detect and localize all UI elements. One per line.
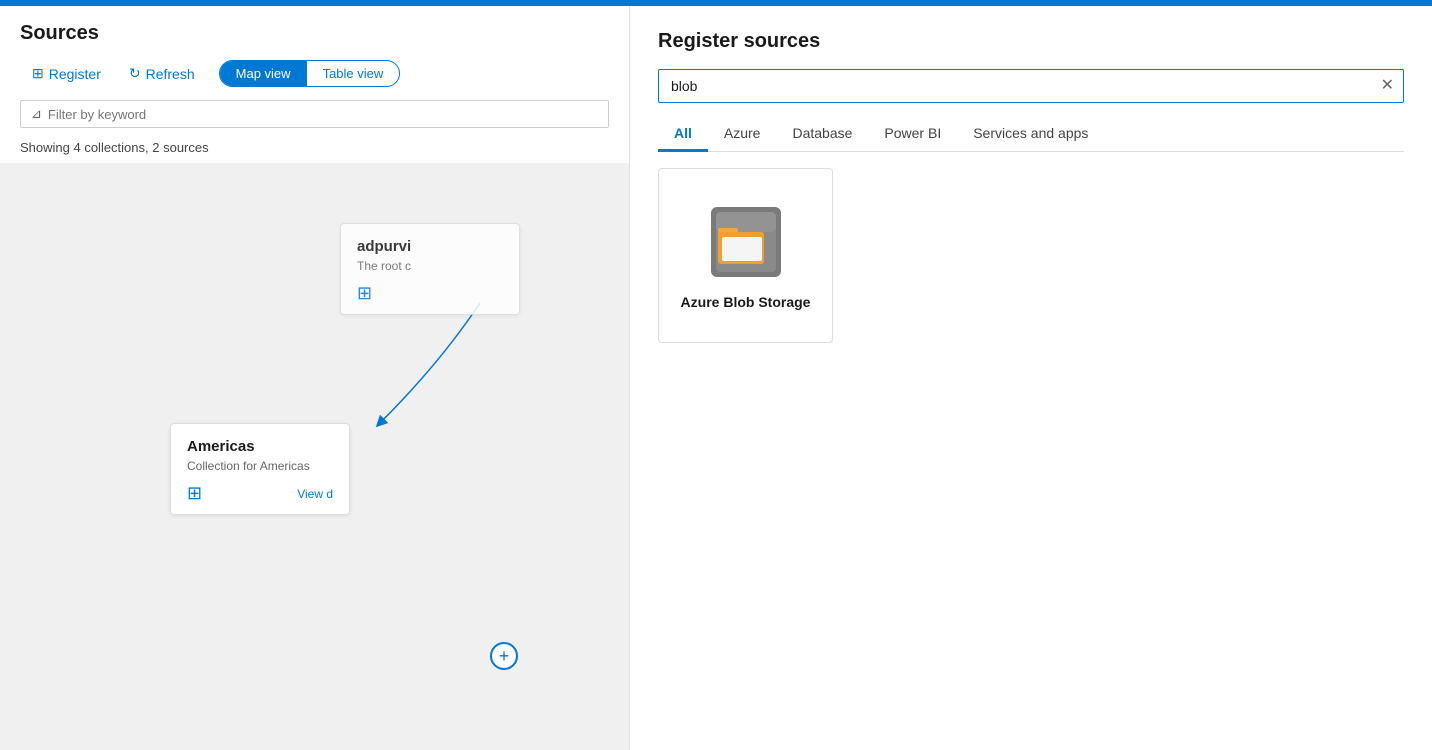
adpurvi-grid-icon: ⊞ xyxy=(357,283,372,304)
add-collection-button[interactable]: + xyxy=(490,642,518,670)
tab-all[interactable]: All xyxy=(658,117,708,152)
tab-database[interactable]: Database xyxy=(776,117,868,152)
node-adpurvi-title: adpurvi xyxy=(357,238,503,255)
tab-services[interactable]: Services and apps xyxy=(957,117,1104,152)
node-americas-icon-row: ⊞ View d xyxy=(187,483,333,504)
filter-input-wrap: ⊿ xyxy=(20,100,609,128)
node-adpurvi: adpurvi The root c ⊞ xyxy=(340,223,520,315)
node-americas-title: Americas xyxy=(187,438,333,455)
node-adpurvi-icon-row: ⊞ xyxy=(357,283,503,304)
view-toggle: Map view Table view xyxy=(219,60,401,87)
azure-blob-label: Azure Blob Storage xyxy=(681,294,811,310)
register-icon: ⊞ xyxy=(32,65,44,82)
page-title: Sources xyxy=(20,22,609,45)
refresh-button[interactable]: ↻ Refresh xyxy=(117,59,207,88)
right-panel: Register sources ✕ All Azure Database Po… xyxy=(630,6,1432,750)
search-input[interactable] xyxy=(658,69,1404,103)
collections-info: Showing 4 collections, 2 sources xyxy=(0,136,629,163)
tabs: All Azure Database Power BI Services and… xyxy=(658,117,1404,152)
source-cards: Azure Blob Storage xyxy=(658,168,1404,343)
filter-bar: ⊿ xyxy=(20,100,609,128)
refresh-icon: ↻ xyxy=(129,65,141,82)
register-button[interactable]: ⊞ Register xyxy=(20,59,113,88)
left-header: Sources ⊞ Register ↻ Refresh Map view Ta… xyxy=(0,6,629,100)
search-box-wrap: ✕ xyxy=(658,69,1404,103)
register-sources-title: Register sources xyxy=(658,30,1404,53)
view-details-link[interactable]: View d xyxy=(297,487,333,501)
tab-powerbi[interactable]: Power BI xyxy=(868,117,957,152)
source-card-azure-blob[interactable]: Azure Blob Storage xyxy=(658,168,833,343)
azure-blob-icon xyxy=(706,202,786,282)
filter-input[interactable] xyxy=(48,107,598,122)
node-adpurvi-subtitle: The root c xyxy=(357,259,503,273)
americas-grid-icon: ⊞ xyxy=(187,483,202,504)
node-americas-subtitle: Collection for Americas xyxy=(187,459,333,473)
tab-azure[interactable]: Azure xyxy=(708,117,777,152)
node-americas: Americas Collection for Americas ⊞ View … xyxy=(170,423,350,515)
left-panel: Sources ⊞ Register ↻ Refresh Map view Ta… xyxy=(0,6,630,750)
search-clear-button[interactable]: ✕ xyxy=(1381,78,1394,94)
filter-icon: ⊿ xyxy=(31,106,42,122)
table-view-button[interactable]: Table view xyxy=(307,61,400,86)
toolbar: ⊞ Register ↻ Refresh Map view Table view xyxy=(20,59,609,88)
map-area: adpurvi The root c ⊞ Americas Collection… xyxy=(0,163,629,750)
map-view-button[interactable]: Map view xyxy=(220,61,307,86)
